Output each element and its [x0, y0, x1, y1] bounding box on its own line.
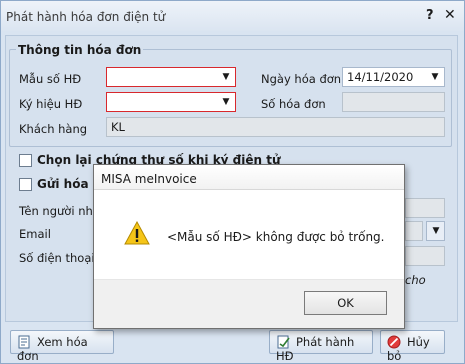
ngay-hoa-don-value: 14/11/2020 [347, 70, 414, 84]
so-dien-thoai-field [405, 246, 445, 266]
so-dien-thoai-label: Số điện thoại [19, 251, 95, 265]
help-button[interactable]: ? [426, 8, 434, 23]
xem-hoa-don-button[interactable]: Xem hóa đơn [10, 330, 114, 363]
close-button[interactable]: ✕ [444, 7, 456, 23]
email-dropdown[interactable]: ▼ [426, 221, 445, 241]
khach-hang-value: KL [111, 120, 125, 134]
ky-hieu-label: Ký hiệu HĐ [19, 97, 83, 111]
ok-button[interactable]: OK [304, 291, 387, 315]
email-label: Email [19, 227, 51, 241]
mau-so-select[interactable]: ▼ [106, 67, 236, 87]
hint-text: cho [405, 273, 426, 287]
so-hoa-don-label: Số hóa đơn [261, 97, 326, 111]
warning-icon [124, 221, 150, 245]
chevron-down-icon[interactable]: ▼ [428, 70, 442, 84]
invoice-info-title: Thông tin hóa đơn [16, 43, 144, 57]
chevron-down-icon[interactable]: ▼ [429, 224, 443, 238]
ngay-hoa-don-picker[interactable]: 14/11/2020 ▼ [342, 67, 445, 87]
so-hoa-don-field [342, 92, 445, 112]
message-box: MISA meInvoice <Mẫu số HĐ> không được bỏ… [93, 164, 405, 329]
email-field [405, 221, 423, 241]
ngay-hoa-don-label: Ngày hóa đơn [261, 72, 342, 86]
document-view-icon [18, 335, 30, 349]
chevron-down-icon[interactable]: ▼ [219, 70, 233, 84]
phat-hanh-button[interactable]: Phát hành HĐ [269, 330, 373, 363]
ky-hieu-select[interactable]: ▼ [106, 92, 236, 112]
cancel-icon [387, 335, 401, 349]
title-bar: Phát hành hóa đơn điện tử ? ✕ [1, 1, 464, 31]
message-box-footer: OK [94, 279, 404, 328]
invoice-dialog: Phát hành hóa đơn điện tử ? ✕ Thông tin … [0, 0, 465, 364]
window-title: Phát hành hóa đơn điện tử [6, 10, 166, 24]
message-box-title-wrap: MISA meInvoice [94, 165, 404, 191]
gui-hoa-don-checkbox[interactable] [19, 178, 32, 191]
chevron-down-icon[interactable]: ▼ [219, 95, 233, 109]
khach-hang-label: Khách hàng [19, 122, 88, 136]
message-box-title: MISA meInvoice [101, 172, 197, 186]
ten-nguoi-nhan-field [405, 198, 445, 218]
sign-document-icon [277, 335, 290, 349]
message-box-body: <Mẫu số HĐ> không được bỏ trống. [94, 191, 404, 279]
huy-bo-button[interactable]: Hủy bỏ [380, 330, 445, 363]
mau-so-label: Mẫu số HĐ [19, 72, 82, 86]
message-text: <Mẫu số HĐ> không được bỏ trống. [167, 230, 385, 244]
chon-lai-checkbox[interactable] [19, 154, 32, 167]
khach-hang-field: KL [106, 117, 445, 137]
